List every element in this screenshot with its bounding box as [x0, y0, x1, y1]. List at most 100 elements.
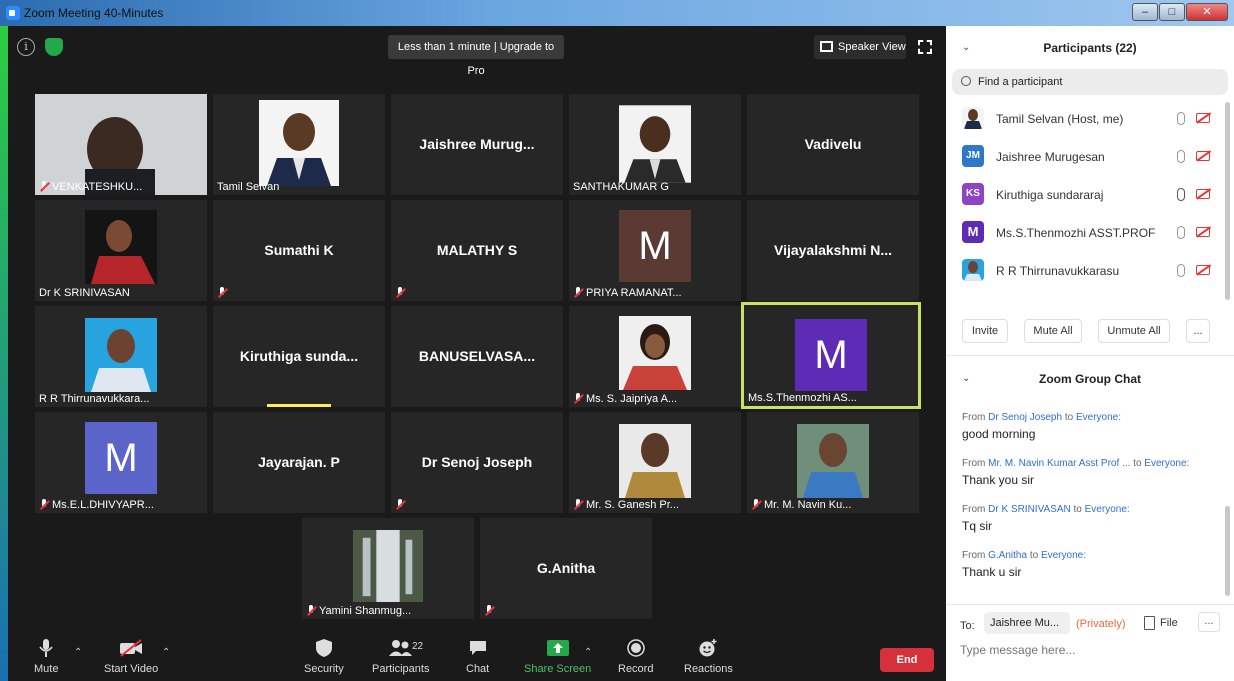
video-tile[interactable]: M Ms.E.L.DHIVYAPR... — [35, 412, 207, 513]
security-label: Security — [304, 663, 344, 675]
video-tile[interactable]: Ms. S. Jaipriya A... — [569, 306, 741, 407]
tile-label: Ms. S. Jaipriya A... — [573, 393, 677, 405]
video-tile[interactable]: Dr Senoj Joseph — [391, 412, 563, 513]
message-text: good morning — [962, 427, 1036, 441]
chat-more-button[interactable]: ... — [1198, 612, 1220, 632]
muted-mic-icon — [484, 605, 494, 617]
close-window-button[interactable]: ✕ — [1186, 3, 1228, 21]
microphone-icon[interactable] — [1177, 150, 1185, 163]
mute-all-button[interactable]: Mute All — [1024, 319, 1082, 343]
chevron-up-icon[interactable]: ⌃ — [584, 647, 592, 658]
start-video-label: Start Video — [104, 663, 159, 675]
video-tile[interactable]: Yamini Shanmug... — [302, 518, 474, 619]
participant-photo — [797, 424, 869, 498]
upgrade-banner[interactable]: Less than 1 minute | Upgrade to Pro — [388, 35, 564, 77]
participant-name: MALATHY S — [436, 242, 518, 258]
file-button[interactable]: File — [1144, 616, 1178, 630]
grid-icon — [820, 41, 833, 52]
avatar — [962, 107, 984, 129]
video-tile[interactable]: Jayarajan. P — [213, 412, 385, 513]
message-text: Thank u sir — [962, 565, 1022, 579]
video-tile[interactable]: VENKATESHKU... — [35, 94, 207, 195]
participant-row[interactable]: R R Thirrunavukkarasu — [946, 252, 1222, 290]
microphone-icon[interactable] — [1177, 226, 1185, 239]
start-video-button[interactable]: Start Video — [104, 639, 158, 675]
participant-row[interactable]: M Ms.S.Thenmozhi ASST.PROF — [946, 214, 1222, 252]
video-tile[interactable]: BANUSELVASA... — [391, 306, 563, 407]
share-screen-button[interactable]: Share Screen — [524, 639, 591, 675]
sender-name[interactable]: Dr K SRINIVASAN — [988, 504, 1071, 515]
video-tile[interactable]: Tamil Selvan — [213, 94, 385, 195]
video-tile[interactable]: Dr K SRINIVASAN — [35, 200, 207, 301]
speaker-view-label: Speaker View — [838, 41, 906, 53]
sender-name[interactable]: Mr. M. Navin Kumar Asst Prof ... — [988, 458, 1130, 469]
video-tile[interactable]: Mr. M. Navin Ku... — [747, 412, 919, 513]
video-off-icon[interactable] — [1196, 189, 1210, 199]
participant-row[interactable]: JM Jaishree Murugesan — [946, 138, 1222, 176]
participant-row[interactable]: Tamil Selvan (Host, me) — [946, 100, 1222, 138]
video-tile[interactable]: Jaishree Murug... — [391, 94, 563, 195]
chat-button[interactable]: Chat — [466, 639, 489, 675]
mute-button[interactable]: Mute — [34, 639, 58, 675]
avatar — [962, 259, 984, 281]
reactions-button[interactable]: Reactions — [684, 639, 733, 675]
participant-name: Ms.S.Thenmozhi ASST.PROF — [996, 226, 1156, 240]
video-tile[interactable]: Sumathi K — [213, 200, 385, 301]
video-tile-active-speaker[interactable]: M Ms.S.Thenmozhi AS... — [741, 302, 921, 409]
security-button[interactable]: Security — [304, 639, 344, 675]
sender-name[interactable]: G.Anitha — [988, 550, 1027, 561]
microphone-icon[interactable] — [1177, 112, 1185, 125]
message-input[interactable] — [960, 640, 1220, 660]
muted-mic-icon — [39, 499, 49, 511]
participants-icon — [388, 640, 412, 656]
info-icon[interactable]: i — [17, 38, 35, 56]
speaker-view-button[interactable]: Speaker View — [814, 35, 906, 59]
video-tile[interactable]: R R Thirrunavukkara... — [35, 306, 207, 407]
participant-name: G.Anitha — [536, 560, 596, 576]
participant-search-input[interactable]: Find a participant — [952, 69, 1228, 95]
share-screen-icon — [546, 640, 569, 656]
microphone-icon[interactable] — [1177, 264, 1185, 277]
participant-name: Dr Senoj Joseph — [421, 454, 533, 470]
video-tile[interactable]: MALATHY S — [391, 200, 563, 301]
video-tile[interactable]: G.Anitha — [480, 518, 652, 619]
video-tile[interactable]: Mr. S. Ganesh Pr... — [569, 412, 741, 513]
avatar: KS — [962, 183, 984, 205]
avatar-letter: M — [85, 422, 157, 494]
fullscreen-icon[interactable] — [918, 40, 932, 54]
video-tile[interactable]: Kiruthiga sunda... — [213, 306, 385, 407]
more-options-button[interactable]: ... — [1186, 319, 1210, 343]
record-button[interactable]: Record — [618, 639, 653, 675]
record-label: Record — [618, 663, 654, 675]
maximize-button[interactable]: □ — [1159, 3, 1185, 21]
chat-compose: To: Jaishree Mu... ⌄ (Privately) File ..… — [946, 604, 1234, 681]
video-off-icon[interactable] — [1196, 151, 1210, 161]
video-tile[interactable]: Vijayalakshmi N... — [747, 200, 919, 301]
minimize-button[interactable]: – — [1132, 3, 1158, 21]
tile-label: Mr. S. Ganesh Pr... — [573, 499, 679, 511]
muted-mic-icon — [573, 499, 583, 511]
encryption-shield-icon[interactable] — [45, 38, 63, 56]
muted-mic-icon — [395, 287, 405, 299]
muted-mic-icon — [395, 499, 405, 511]
chat-scrollbar[interactable] — [1225, 506, 1230, 596]
video-off-icon[interactable] — [1196, 113, 1210, 123]
muted-mic-icon — [306, 605, 316, 617]
video-off-icon[interactable] — [1196, 265, 1210, 275]
video-tile[interactable]: M PRIYA RAMANAT... — [569, 200, 741, 301]
chevron-up-icon[interactable]: ⌃ — [162, 647, 170, 658]
end-meeting-button[interactable]: End — [880, 648, 934, 672]
participant-row[interactable]: KS Kiruthiga sundararaj — [946, 176, 1222, 214]
participants-scrollbar[interactable] — [1225, 102, 1230, 300]
sender-name[interactable]: Dr Senoj Joseph — [988, 412, 1062, 423]
recipient-select[interactable]: Jaishree Mu... ⌄ — [984, 612, 1070, 651]
video-tile[interactable]: SANTHAKUMAR G — [569, 94, 741, 195]
video-off-icon[interactable] — [1196, 227, 1210, 237]
chevron-up-icon[interactable]: ⌃ — [74, 647, 82, 658]
video-tile[interactable]: Vadivelu — [747, 94, 919, 195]
tile-label: Ms.S.Thenmozhi AS... — [748, 392, 857, 404]
microphone-icon[interactable] — [1177, 188, 1185, 201]
unmute-all-button[interactable]: Unmute All — [1098, 319, 1170, 343]
tile-label: Ms.E.L.DHIVYAPR... — [39, 499, 154, 511]
invite-button[interactable]: Invite — [962, 319, 1008, 343]
